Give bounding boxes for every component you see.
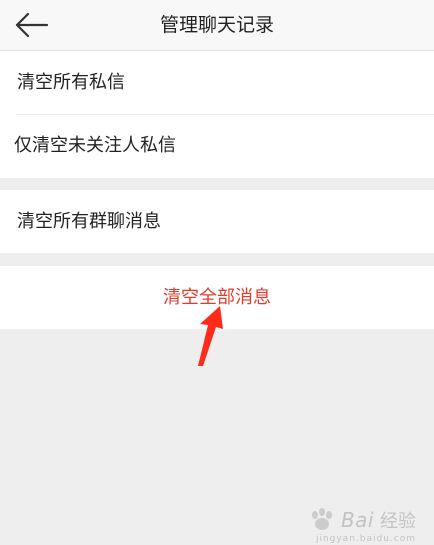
baidu-jingyan-watermark: Bai 经验 jingyan.baidu.com [309,507,416,544]
clear-all-group-label: 清空所有群聊消息 [17,211,161,232]
red-arrow-annotation-icon [198,306,223,366]
page-title: 管理聊天记录 [159,14,274,36]
watermark-brand-text: 经验 [380,511,416,532]
paw-logo-icon [311,508,332,530]
title-bar: 管理聊天记录 [0,0,434,51]
clear-unfollowed-private-label: 仅清空未关注人私信 [14,135,176,156]
clear-all-private-label: 清空所有私信 [17,72,125,93]
watermark-sub-text: jingyan.baidu.com [315,534,416,544]
clear-all-private-row[interactable]: 清空所有私信 [0,51,434,114]
watermark-logo-text: Bai [340,508,374,532]
private-messages-group: 清空所有私信 仅清空未关注人私信 [0,51,434,178]
clear-unfollowed-private-row[interactable]: 仅清空未关注人私信 [0,114,434,177]
clear-all-group-row[interactable]: 清空所有群聊消息 [0,190,434,253]
group-messages-group: 清空所有群聊消息 [0,190,434,253]
